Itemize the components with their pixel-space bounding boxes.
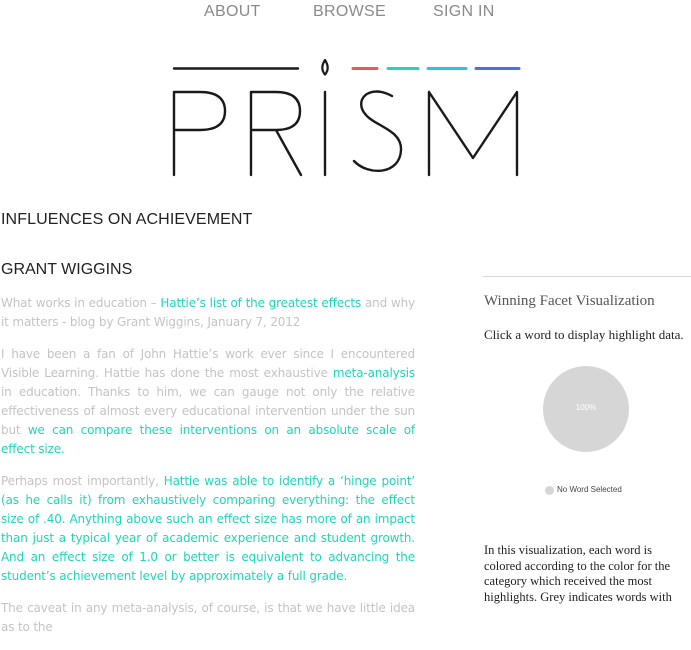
article-paragraph: The caveat in any meta-analysis, of cour… — [1, 599, 415, 637]
article-text-span[interactable]: Perhaps most importantly, — [1, 474, 164, 488]
pie-percent-label: 100% — [575, 403, 597, 412]
nav-browse-link[interactable]: BROWSE — [313, 3, 386, 21]
legend-swatch — [545, 486, 554, 495]
author-name: GRANT WIGGINS — [1, 261, 133, 278]
panel-instruction: Click a word to display highlight data. — [484, 327, 684, 342]
article-paragraph: I have been a fan of John Hattie’s work … — [1, 345, 415, 459]
article-paragraph: Perhaps most importantly, Hattie was abl… — [1, 472, 415, 586]
article-paragraph: What works in education – Hattie’s list … — [1, 294, 415, 332]
article-text-span[interactable]: What works in education – — [1, 296, 160, 310]
highlighted-text-span[interactable]: Hattie’s list of the greatest effects — [160, 296, 361, 310]
top-nav: ABOUT BROWSE SIGN IN — [0, 3, 691, 25]
prism-logo-mark — [172, 58, 521, 177]
nav-about-link[interactable]: ABOUT — [204, 3, 261, 21]
highlighted-text-span[interactable]: Hattie was able to identify a ‘hinge poi… — [1, 474, 415, 583]
page-title: INFLUENCES ON ACHIEVEMENT — [1, 211, 253, 228]
panel-divider — [483, 276, 691, 277]
panel-description: In this visualization, each word is colo… — [484, 543, 672, 604]
prism-logo[interactable] — [170, 58, 522, 182]
highlighted-text-span[interactable]: meta-analysis — [333, 366, 415, 380]
pie-slice-no-word-selected[interactable]: 100% — [543, 366, 629, 452]
highlighted-text-span[interactable]: we can compare these interventions on an… — [1, 423, 415, 456]
nav-sign-in-link[interactable]: SIGN IN — [433, 3, 495, 21]
article-text-span[interactable]: The caveat in any meta-analysis, of cour… — [1, 601, 415, 634]
legend-label: No Word Selected — [557, 485, 622, 494]
panel-title: Winning Facet Visualization — [484, 293, 655, 309]
article-body: What works in education – Hattie’s list … — [1, 294, 415, 650]
